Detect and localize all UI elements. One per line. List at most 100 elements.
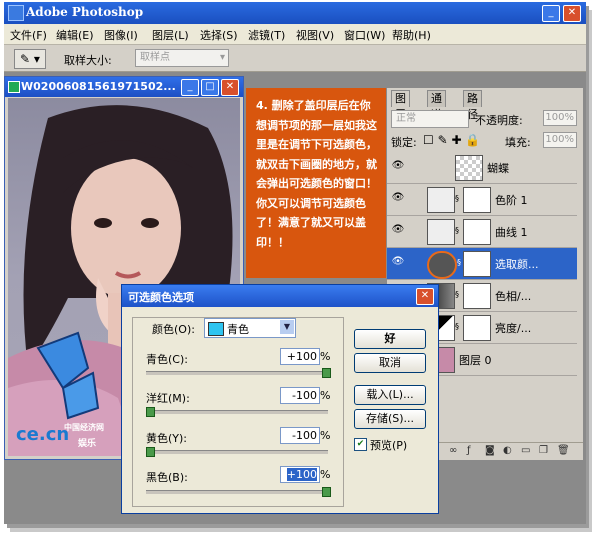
blend-row: 正常 不透明度: 100% <box>387 110 583 130</box>
lock-icons[interactable]: ☐ ✎ ✚ 🔒 <box>423 133 480 147</box>
layer-name: 曲线 1 <box>495 226 528 239</box>
unit-label: % <box>320 350 331 363</box>
yellow-input[interactable]: -100 <box>280 427 320 444</box>
layer-thumbnail <box>455 155 483 181</box>
link-layers-icon[interactable]: ∞ <box>449 445 457 456</box>
lock-label: 锁定: <box>391 136 417 149</box>
eye-icon[interactable]: 👁 <box>391 192 405 204</box>
menu-bar: 文件(F) 编辑(E) 图像(I) 图层(L) 选择(S) 滤镜(T) 视图(V… <box>4 24 586 45</box>
selective-color-adjustment-icon[interactable] <box>427 251 457 279</box>
layer-mask-thumbnail <box>463 315 491 341</box>
menu-window[interactable]: 窗口(W) <box>344 27 385 43</box>
ce-logo-sub2: 娱乐 <box>78 439 97 449</box>
link-icon: § <box>455 226 459 235</box>
dialog-close-icon[interactable]: ✕ <box>416 288 434 305</box>
menu-help[interactable]: 帮助(H) <box>392 27 431 43</box>
opacity-label: 不透明度: <box>475 114 523 127</box>
color-swatch <box>208 322 224 336</box>
fill-input[interactable]: 100% <box>543 132 577 148</box>
delete-layer-icon[interactable]: 🗑 <box>557 445 570 456</box>
black-value: +100 <box>286 468 317 481</box>
new-layer-icon[interactable]: ❐ <box>539 445 548 456</box>
black-slider[interactable] <box>146 487 331 497</box>
menu-select[interactable]: 选择(S) <box>200 27 238 43</box>
menu-edit[interactable]: 编辑(E) <box>56 27 94 43</box>
layer-mask-thumbnail <box>463 219 491 245</box>
layer-style-icon[interactable]: ƒ <box>467 445 471 456</box>
link-icon: § <box>455 322 459 331</box>
link-icon: § <box>455 194 459 203</box>
yellow-value: -100 <box>292 429 317 442</box>
eyedropper-tool-icon[interactable]: ✎ ▾ <box>14 49 46 69</box>
photoshop-logo-icon <box>8 5 24 21</box>
close-icon[interactable]: ✕ <box>563 5 581 22</box>
colors-value: 青色 <box>227 323 249 336</box>
layer-name: 亮度/... <box>495 322 532 335</box>
layer-mask-thumbnail <box>463 283 491 309</box>
document-titlebar: W02006081561971502... _ □ ✕ <box>5 77 243 97</box>
tab-channels[interactable]: 通道 <box>427 90 446 121</box>
layer-row-curves[interactable]: 👁 § 曲线 1 <box>387 216 577 248</box>
add-mask-icon[interactable]: ◙ <box>485 445 495 456</box>
document-icon <box>8 81 20 93</box>
layer-name: 蝴蝶 <box>487 162 509 175</box>
opacity-input[interactable]: 100% <box>543 110 577 126</box>
minimize-button[interactable]: _ <box>542 5 560 22</box>
selective-color-dialog: 可选颜色选项 ✕ 颜色(O): 青色 ▼ 青色(C): +100 % 洋红(M)… <box>121 284 439 514</box>
doc-maximize-button[interactable]: □ <box>201 79 219 96</box>
cyan-slider-handle[interactable] <box>322 368 331 378</box>
cancel-button[interactable]: 取消 <box>354 353 426 373</box>
lock-row: 锁定: ☐ ✎ ✚ 🔒 填充: 100% <box>387 132 583 152</box>
black-slider-handle[interactable] <box>322 487 331 497</box>
dialog-title: 可选颜色选项 <box>128 291 194 304</box>
menu-layer[interactable]: 图层(L) <box>152 27 189 43</box>
colors-select[interactable]: 青色 ▼ <box>204 318 296 338</box>
new-group-icon[interactable]: ▭ <box>521 445 530 456</box>
magenta-input[interactable]: -100 <box>280 387 320 404</box>
blend-mode-value: 正常 <box>396 113 416 124</box>
checkmark-icon[interactable]: ✔ <box>354 438 367 451</box>
levels-adjustment-icon <box>427 187 455 213</box>
cyan-label: 青色(C): <box>146 353 188 366</box>
magenta-slider[interactable] <box>146 407 328 417</box>
link-icon: § <box>455 290 459 299</box>
menu-view[interactable]: 视图(V) <box>296 27 334 43</box>
doc-close-icon[interactable]: ✕ <box>221 79 239 96</box>
layer-row-levels[interactable]: 👁 § 色阶 1 <box>387 184 577 216</box>
cyan-slider[interactable] <box>146 368 331 378</box>
load-button[interactable]: 载入(L)... <box>354 385 426 405</box>
eye-icon[interactable]: 👁 <box>391 160 405 172</box>
tab-layers[interactable]: 图层 <box>391 90 410 121</box>
chevron-down-icon: ▾ <box>219 52 225 63</box>
doc-minimize-button[interactable]: _ <box>181 79 199 96</box>
chevron-down-icon[interactable]: ▼ <box>280 320 294 334</box>
yellow-slider[interactable] <box>146 447 328 457</box>
save-button[interactable]: 存储(S)... <box>354 409 426 429</box>
black-label: 黑色(B): <box>146 471 188 484</box>
link-icon: § <box>457 258 461 267</box>
yellow-label: 黄色(Y): <box>146 432 188 445</box>
layer-name: 图层 0 <box>459 354 492 367</box>
adjustment-layer-icon[interactable]: ◐ <box>503 445 512 456</box>
black-input[interactable]: +100 <box>280 466 320 483</box>
ok-button[interactable]: 好 <box>354 329 426 349</box>
menu-filter[interactable]: 滤镜(T) <box>248 27 285 43</box>
sample-size-label: 取样大小: <box>64 54 112 67</box>
tab-paths[interactable]: 路径 <box>463 90 482 121</box>
layer-row-selective-color[interactable]: 👁 § 选取颜... <box>387 248 577 280</box>
curves-adjustment-icon <box>427 219 455 245</box>
blend-mode-select[interactable]: 正常 <box>391 110 469 128</box>
app-titlebar: Adobe Photoshop _ ✕ <box>4 2 586 24</box>
yellow-slider-handle[interactable] <box>146 447 155 457</box>
eye-icon[interactable]: 👁 <box>391 256 405 268</box>
magenta-slider-handle[interactable] <box>146 407 155 417</box>
menu-file[interactable]: 文件(F) <box>10 27 47 43</box>
sample-size-select[interactable]: 取样点 ▾ <box>135 49 229 67</box>
cyan-input[interactable]: +100 <box>280 348 320 365</box>
dialog-titlebar: 可选颜色选项 ✕ <box>122 285 438 307</box>
tutorial-note: 4. 删除了盖印层后在你想调节项的那一层如我这里是在调节下可选颜色，就双击下画圈… <box>246 88 386 278</box>
cyan-value: +100 <box>286 350 317 363</box>
menu-image[interactable]: 图像(I) <box>104 27 138 43</box>
eye-icon[interactable]: 👁 <box>391 224 405 236</box>
layer-row-butterfly[interactable]: 👁 蝴蝶 <box>387 152 577 184</box>
